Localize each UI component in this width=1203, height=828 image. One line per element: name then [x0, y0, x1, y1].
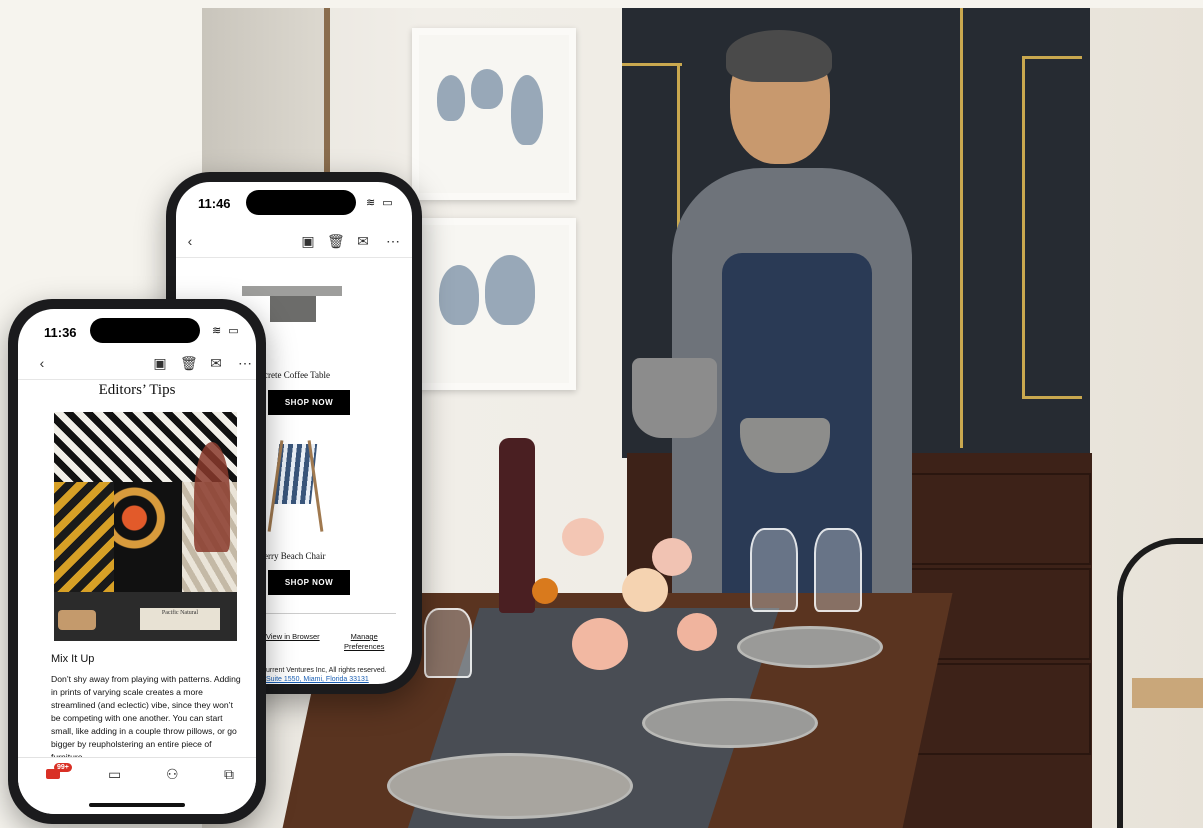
status-icons: ≋ ▭	[212, 324, 241, 337]
copyright-text: urrent Ventures Inc, All rights reserved…	[266, 667, 387, 674]
unread-badge: 99+	[54, 763, 72, 772]
manage-line2: Preferences	[344, 642, 385, 651]
bottom-tab-bar: 99+ ▭ ⚇ ⧉	[18, 757, 256, 814]
wifi-icon: ≋	[366, 197, 378, 209]
pattern-mix-image[interactable]: Pacific Natural	[54, 412, 237, 641]
tip-line: be competing with one another. You can s…	[51, 713, 223, 723]
mail-icon[interactable]: ✉	[355, 233, 371, 250]
glass	[814, 528, 862, 612]
status-icons: ≋ ▭	[366, 196, 395, 209]
tab-mail[interactable]: 99+	[46, 763, 72, 784]
tip-line: in prints of varying scale creates a mor…	[51, 687, 203, 697]
product-name: erry Beach Chair	[264, 551, 326, 561]
address-link[interactable]: Suite 1550, Miami, Florida 33131	[266, 676, 369, 683]
product-image-beach-chair[interactable]	[267, 440, 324, 532]
tip-body: Don’t shy away from playing with pattern…	[51, 673, 251, 764]
home-indicator	[89, 803, 185, 807]
trash-icon[interactable]: 🗑	[180, 355, 198, 372]
spaces-icon[interactable]: ⚇	[166, 766, 179, 783]
dynamic-island	[246, 190, 356, 215]
trash-icon[interactable]: 🗑	[327, 233, 345, 250]
book-stack: Pacific Natural	[140, 608, 220, 630]
section-heading: Mix It Up	[51, 653, 95, 665]
chat-icon[interactable]: ▭	[108, 766, 121, 783]
tip-line: streamlined (and eclectic) vibe, since t…	[51, 700, 233, 710]
battery-icon: ▭	[382, 197, 395, 209]
archive-icon[interactable]: ▣	[152, 355, 168, 372]
meet-icon[interactable]: ⧉	[224, 766, 234, 783]
tip-line: Don’t shy away from playing with pattern…	[51, 674, 241, 684]
tip-line: bigger by reupholstering an entire piece…	[51, 739, 212, 749]
chair-seat	[1132, 678, 1203, 708]
back-icon[interactable]: ‹	[34, 355, 50, 371]
archive-icon[interactable]: ▣	[300, 233, 316, 250]
book-label: Pacific Natural	[161, 610, 199, 616]
more-icon[interactable]: ⋯	[237, 355, 253, 372]
manage-line1: Manage	[350, 632, 378, 641]
tip-line: small, like adding in a couple throw pil…	[51, 726, 237, 736]
more-icon[interactable]: ⋯	[385, 233, 401, 250]
back-icon[interactable]: ‹	[182, 233, 198, 249]
battery-icon: ▭	[228, 325, 241, 337]
phone-front: 11:36 ≋ ▭ ‹ ▣ 🗑 ✉ ⋯ Editors’ Tips Pacifi…	[8, 299, 266, 824]
plate	[387, 753, 633, 819]
wall-art-bottom	[412, 218, 576, 390]
view-in-browser-link[interactable]: View in Browser	[266, 632, 320, 641]
footer-divider	[260, 613, 396, 614]
plate	[642, 698, 818, 748]
glass	[750, 528, 798, 612]
manage-preferences-link[interactable]: Manage Preferences	[344, 632, 384, 652]
status-time: 11:36	[44, 325, 77, 340]
flower-arrangement	[502, 518, 717, 670]
email-toolbar: ‹ ▣ 🗑 ✉ ⋯	[18, 349, 256, 380]
stacked-bowls	[632, 358, 717, 438]
plate	[737, 626, 883, 668]
mail-icon[interactable]: ✉	[208, 355, 224, 372]
status-time: 11:46	[198, 196, 231, 211]
product-image-coffee-table[interactable]	[242, 278, 352, 322]
shop-now-button[interactable]: SHOP NOW	[268, 390, 350, 415]
glass	[424, 608, 472, 678]
shop-now-button[interactable]: SHOP NOW	[268, 570, 350, 595]
product-name: crete Coffee Table	[264, 370, 331, 380]
wall-art-top	[412, 28, 576, 200]
person-hair	[726, 30, 832, 82]
phone-front-screen: 11:36 ≋ ▭ ‹ ▣ 🗑 ✉ ⋯ Editors’ Tips Pacifi…	[18, 309, 256, 814]
wifi-icon: ≋	[212, 325, 224, 337]
dynamic-island	[90, 318, 200, 343]
email-title: Editors’ Tips	[98, 382, 176, 398]
email-toolbar: ‹ ▣ 🗑 ✉ ⋯	[176, 227, 412, 258]
